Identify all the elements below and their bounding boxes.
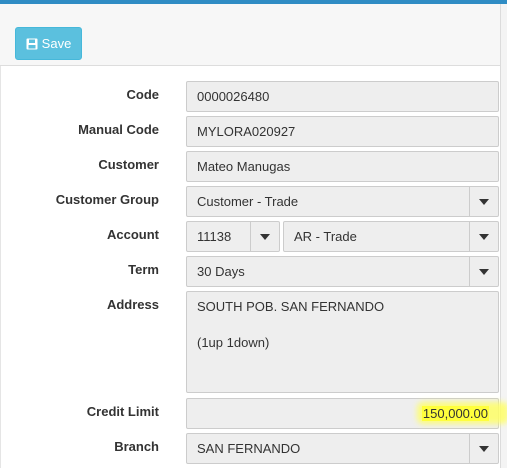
account-label: Account <box>107 227 159 242</box>
address-label: Address <box>106 297 159 312</box>
customer-group-label: Customer Group <box>55 192 159 207</box>
code-label: Code <box>126 87 160 102</box>
account-name-select[interactable]: AR - Trade <box>283 221 499 252</box>
address-textarea[interactable]: SOUTH POB. SAN FERNANDO (1up 1down) <box>186 291 499 393</box>
credit-limit-label: Credit Limit <box>86 404 159 419</box>
manual-code-value: MYLORA020927 <box>197 124 296 139</box>
scrollbar[interactable] <box>500 4 507 468</box>
save-button[interactable]: Save <box>15 27 82 60</box>
customer-group-select[interactable]: Customer - Trade <box>186 186 499 217</box>
term-select[interactable]: 30 Days <box>186 256 499 287</box>
account-name-value: AR - Trade <box>294 229 357 244</box>
customer-field[interactable]: Mateo Manugas <box>186 151 499 182</box>
manual-code-field[interactable]: MYLORA020927 <box>186 116 499 147</box>
manual-code-label: Manual Code <box>78 122 159 137</box>
address-value: SOUTH POB. SAN FERNANDO (1up 1down) <box>197 298 384 352</box>
customer-label: Customer <box>98 157 159 172</box>
account-number-select[interactable]: 11138 <box>186 221 280 252</box>
chevron-down-icon[interactable] <box>469 257 498 286</box>
code-field[interactable]: 0000026480 <box>186 81 499 112</box>
address-line-3: (1up 1down) <box>197 335 270 350</box>
panel-toolbar: Save <box>0 4 500 66</box>
address-line-1: SOUTH POB. SAN FERNANDO <box>197 299 385 314</box>
term-value: 30 Days <box>197 264 245 279</box>
chevron-down-icon[interactable] <box>469 434 498 463</box>
customer-value: Mateo Manugas <box>197 159 291 174</box>
branch-select[interactable]: SAN FERNANDO <box>186 433 499 464</box>
customer-group-value: Customer - Trade <box>197 194 299 209</box>
address-line-2 <box>197 316 384 334</box>
account-number-value: 11138 <box>197 229 232 244</box>
chevron-down-icon[interactable] <box>469 222 498 251</box>
chevron-down-icon[interactable] <box>469 187 498 216</box>
code-value: 0000026480 <box>197 89 270 104</box>
branch-label: Branch <box>114 439 159 454</box>
term-label: Term <box>128 262 159 277</box>
save-button-label: Save <box>41 36 72 51</box>
highlight-mark <box>417 402 507 424</box>
floppy-disk-icon <box>26 38 38 50</box>
chevron-down-icon[interactable] <box>250 222 279 251</box>
branch-value: SAN FERNANDO <box>197 441 301 456</box>
